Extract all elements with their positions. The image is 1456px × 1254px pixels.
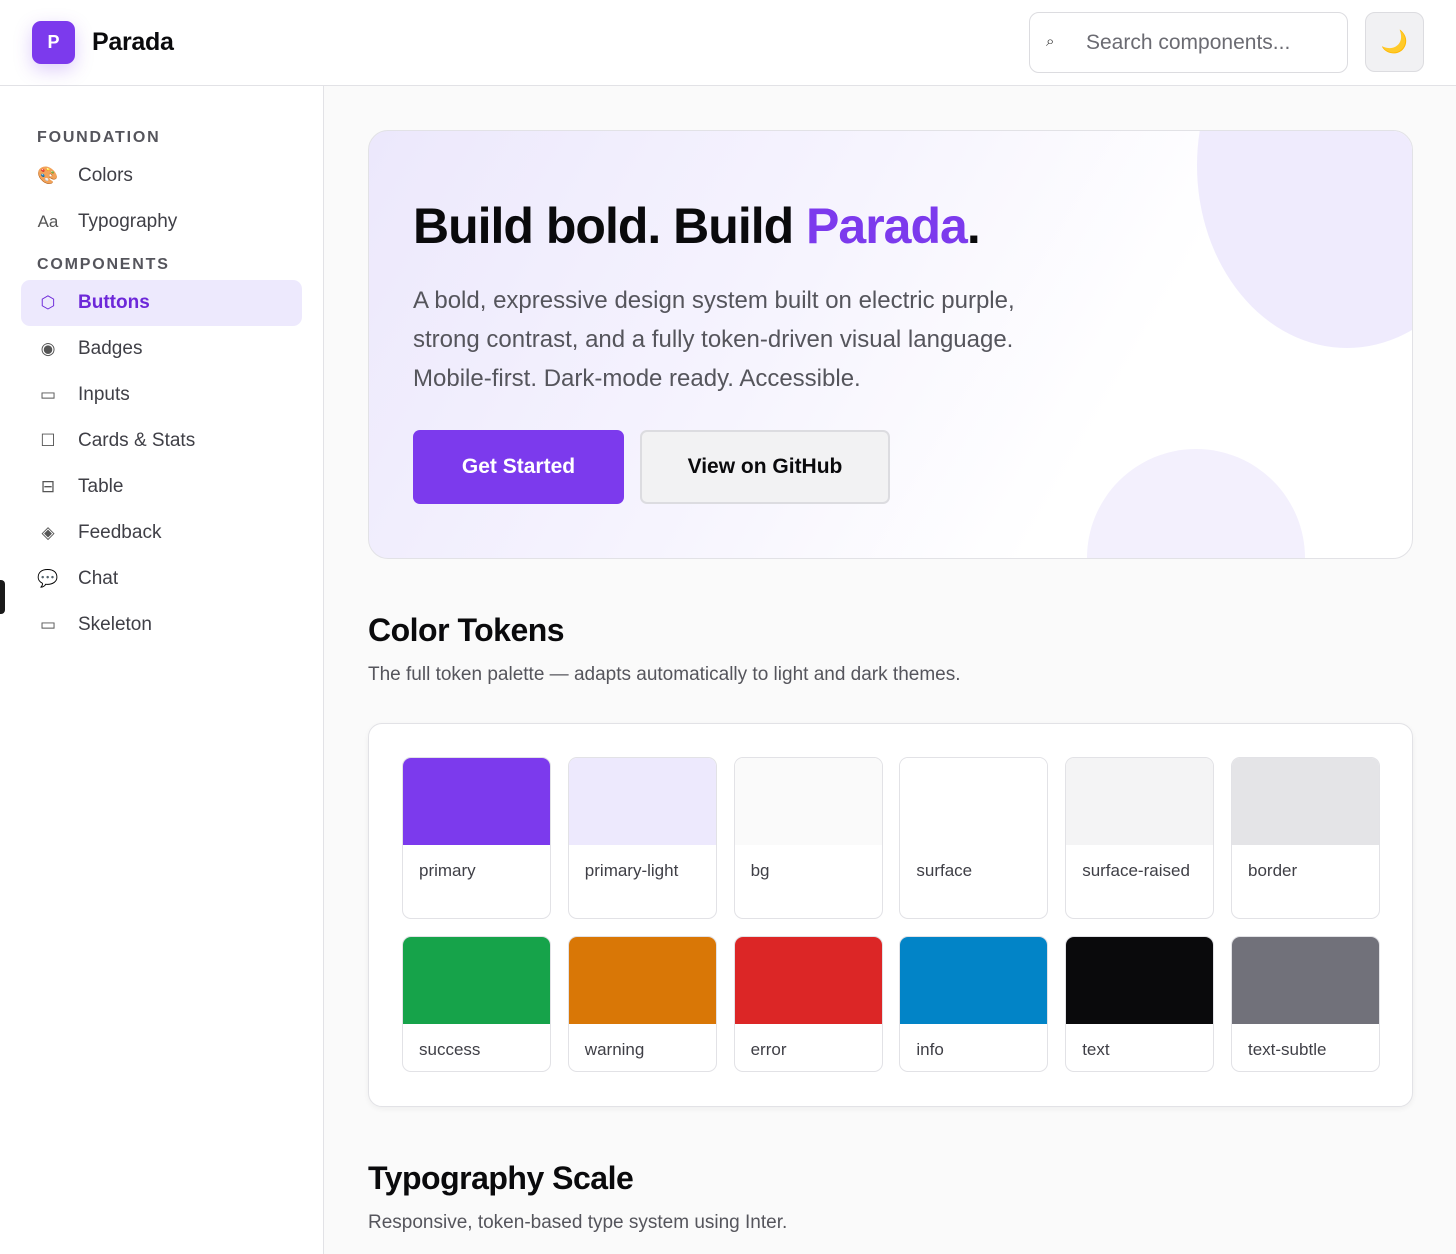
swatch-label: surface-raised <box>1082 861 1190 880</box>
palette-icon: 🎨 <box>37 166 59 185</box>
edge-handle[interactable] <box>0 580 5 614</box>
search-input[interactable] <box>1086 27 1336 59</box>
swatch-color-block <box>1232 937 1379 1024</box>
color-swatch-text-subtle[interactable]: text-subtle <box>1231 936 1380 1072</box>
swatch-color-block <box>734 937 882 1024</box>
swatch-color-block <box>403 937 550 1024</box>
swatch-label: bg <box>750 861 770 880</box>
brand-name[interactable]: Parada <box>92 28 174 57</box>
typography-scale-title: Typography Scale <box>368 1160 634 1196</box>
input-icon: ▭ <box>39 385 57 404</box>
swatch-color-block <box>734 758 882 845</box>
swatch-label: error <box>750 1040 787 1059</box>
sidebar-item-label: Badges <box>78 338 143 359</box>
sidebar-item-buttons[interactable]: ⬡ Buttons <box>21 280 302 326</box>
color-swatch-bg[interactable]: bg <box>733 757 883 919</box>
swatch-label: primary-light <box>584 861 679 880</box>
swatch-label: warning <box>584 1040 645 1059</box>
sidebar-item-label: Chat <box>78 568 119 589</box>
get-started-button[interactable]: Get Started <box>413 430 624 504</box>
swatch-label: info <box>916 1040 944 1059</box>
color-swatch-surface-raised[interactable]: surface-raised <box>1065 757 1215 919</box>
sidebar-item-label: Colors <box>78 165 133 186</box>
search-box[interactable]: ⌕ <box>1029 12 1348 73</box>
color-swatch-primary[interactable]: primary <box>402 757 551 919</box>
color-tokens-subtitle: The full token palette — adapts automati… <box>368 664 961 685</box>
color-swatch-error[interactable]: error <box>733 936 883 1072</box>
swatch-color-block <box>403 758 550 845</box>
hero-card: Build bold. Build Parada. A bold, expres… <box>368 130 1413 559</box>
sidebar-item-table[interactable]: ⊟ Table <box>21 464 302 510</box>
color-swatch-surface[interactable]: surface <box>899 757 1049 919</box>
swatch-color-block <box>568 758 716 845</box>
swatch-label: surface <box>916 861 973 880</box>
typography-icon: Aa <box>37 212 59 231</box>
table-icon: ⊟ <box>40 477 56 496</box>
decorative-circle <box>1087 449 1305 558</box>
sidebar-item-inputs[interactable]: ▭ Inputs <box>21 372 302 418</box>
color-swatch-text[interactable]: text <box>1065 936 1215 1072</box>
color-tokens-title: Color Tokens <box>368 612 565 648</box>
color-palette-card: primary primary-light bg surface surface-rai… <box>368 723 1413 1107</box>
swatch-label: primary <box>419 861 476 880</box>
swatch-label: text-subtle <box>1248 1040 1327 1059</box>
hexagon-icon: ⬡ <box>40 293 56 312</box>
swatch-color-block <box>568 937 716 1024</box>
sidebar-item-typography[interactable]: Aa Typography <box>21 199 302 245</box>
sidebar-item-chat[interactable]: 💬 Chat <box>21 556 302 602</box>
chat-bubble-icon: 💬 <box>37 569 59 588</box>
diamond-icon: ◈ <box>41 523 55 542</box>
swatch-color-block <box>900 937 1048 1024</box>
sidebar-item-label: Skeleton <box>78 614 152 635</box>
search-icon: ⌕ <box>1046 33 1055 50</box>
sidebar-item-label: Table <box>78 476 124 497</box>
sidebar-item-feedback[interactable]: ◈ Feedback <box>21 510 302 556</box>
sidebar-item-cards-stats[interactable]: ☐ Cards & Stats <box>21 418 302 464</box>
swatch-color-block <box>900 758 1048 845</box>
hero-title-accent: Parada <box>806 198 968 254</box>
sidebar-item-label: Typography <box>78 211 178 232</box>
decorative-circle <box>1197 131 1412 348</box>
logo-icon[interactable]: P <box>32 21 75 64</box>
sidebar-heading-foundation: FOUNDATION <box>37 129 161 146</box>
swatch-color-block <box>1066 937 1214 1024</box>
color-swatch-warning[interactable]: warning <box>567 936 717 1072</box>
color-swatch-success[interactable]: success <box>402 936 551 1072</box>
card-icon: ☐ <box>40 431 56 450</box>
color-swatch-primary-light[interactable]: primary-light <box>567 757 717 919</box>
sidebar-item-label: Buttons <box>78 292 150 313</box>
sidebar-item-badges[interactable]: ◉ Badges <box>21 326 302 372</box>
sidebar-item-label: Cards & Stats <box>78 430 196 451</box>
sidebar-heading-components: COMPONENTS <box>37 256 170 273</box>
skeleton-icon: ▭ <box>39 615 57 634</box>
theme-toggle-button[interactable]: 🌙 <box>1365 12 1424 72</box>
swatch-label: text <box>1082 1040 1110 1059</box>
moon-icon: 🌙 <box>1380 29 1409 54</box>
top-header: P Parada ⌕ 🌙 <box>0 0 1456 86</box>
swatch-color-block <box>1232 758 1379 845</box>
swatch-label: success <box>419 1040 481 1059</box>
typography-scale-subtitle: Responsive, token-based type system usin… <box>368 1212 788 1233</box>
swatch-color-block <box>1066 758 1214 845</box>
swatch-label: border <box>1248 861 1298 880</box>
hero-title: Build bold. Build Parada. <box>413 198 981 254</box>
sidebar-item-skeleton[interactable]: ▭ Skeleton <box>21 602 302 648</box>
view-on-github-button[interactable]: View on GitHub <box>640 430 890 504</box>
sidebar: FOUNDATION 🎨 Colors Aa Typography COMPON… <box>0 86 324 1254</box>
color-swatch-info[interactable]: info <box>899 936 1049 1072</box>
hero-description: A bold, expressive design system built o… <box>413 287 1015 392</box>
sidebar-item-label: Feedback <box>78 522 162 543</box>
sidebar-item-colors[interactable]: 🎨 Colors <box>21 153 302 199</box>
badge-icon: ◉ <box>40 339 56 358</box>
color-swatch-border[interactable]: border <box>1231 757 1380 919</box>
sidebar-item-label: Inputs <box>78 384 130 405</box>
